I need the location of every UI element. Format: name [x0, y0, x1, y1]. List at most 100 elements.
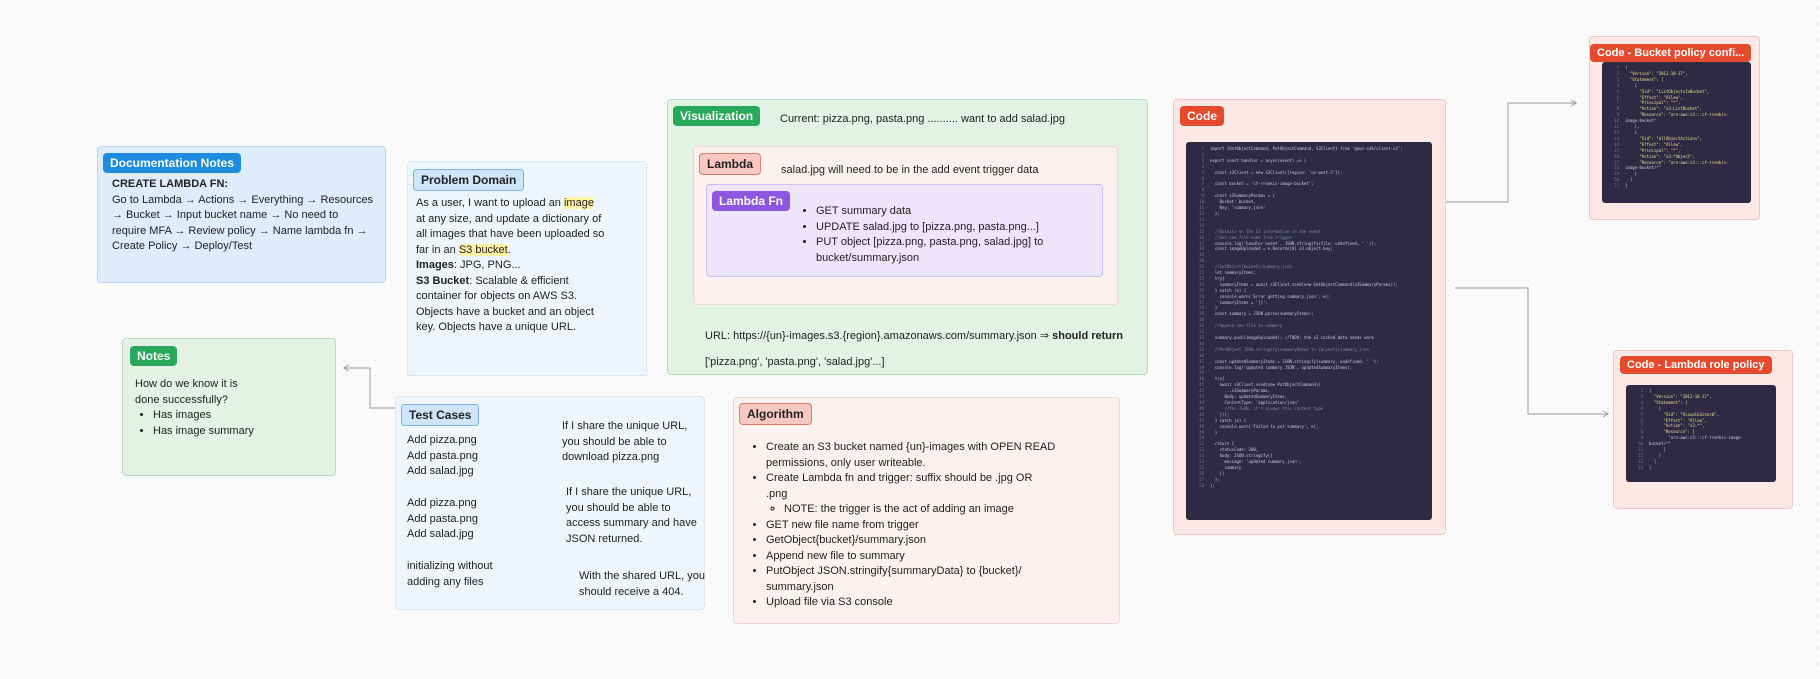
code-text: Bucket: bucket, — [1210, 199, 1256, 205]
code-line: 14} — [1629, 465, 1773, 471]
code-text: return { — [1210, 441, 1235, 447]
code-text: body: JSON.stringify({ — [1210, 453, 1273, 459]
problem-domain-frame[interactable]: Problem Domain As a user, I want to uplo… — [407, 161, 647, 376]
code-text: "Action": "s3:*Object", — [1625, 153, 1695, 159]
code-text: image-bucket" — [1625, 118, 1657, 124]
algorithm-tag: Algorithm — [739, 403, 812, 425]
notes-text: How do we know it is done successfully? … — [135, 377, 325, 439]
url-bold: should return — [1052, 330, 1124, 342]
code-text: //GetObject{bucket}/summary.json — [1210, 264, 1292, 270]
code-text: Key: 'summary.json' — [1210, 205, 1266, 211]
test-cases-frame[interactable]: Test Cases Add pizza.png Add pasta.png A… — [395, 396, 705, 610]
test-group3-result: With the shared URL, you should receive … — [579, 570, 705, 598]
test-group3-items: initializing without adding any files — [407, 559, 493, 590]
problem-text-a: As a user, I want to upload an — [416, 197, 564, 209]
code-text: { — [1649, 405, 1662, 411]
code-text: "Action": "s3:*", — [1649, 423, 1705, 429]
algorithm-sublist: NOTE: the trigger is the act of adding a… — [766, 502, 1056, 518]
code-text: } — [1210, 305, 1218, 311]
test-item: Add salad.jpg — [407, 465, 474, 477]
code-text: summaryItems = '[]'; — [1210, 299, 1268, 305]
visualization-current: Current: pizza.png, pasta.png ..........… — [780, 113, 1065, 125]
code-text: const summary = JSON.parse(summaryItems)… — [1210, 311, 1314, 317]
code-text: "Sid": "AllObjectActions", — [1625, 135, 1703, 141]
code-text: "Resource": [ — [1649, 429, 1695, 435]
code-line: 58}; — [1190, 483, 1428, 489]
code-text: try{ — [1210, 275, 1225, 281]
test-item: adding any files — [407, 575, 484, 588]
code-text: const s3Client = new S3Client({region: '… — [1210, 169, 1343, 175]
notes-item: Has image summary — [153, 424, 325, 440]
code-text: } — [1625, 183, 1628, 189]
code-tag: Code — [1180, 106, 1224, 126]
lambda-fn-frame[interactable]: Lambda Fn GET summary data UPDATE salad.… — [706, 184, 1103, 277]
code-block[interactable]: 1 import {GetObjectCommand, PutObjectComm… — [1186, 142, 1432, 520]
code-text: await s3Client.send(new PutObjectCommand… — [1210, 382, 1321, 388]
code-text: "Statement": [ — [1625, 76, 1664, 82]
code-text: "Action": "s3:ListBucket", — [1625, 106, 1703, 112]
lambda-role-code[interactable]: 1{2 "Version": "2012-10-17", 3 "Statement… — [1626, 385, 1776, 482]
bucket-policy-code[interactable]: 1{2 "Version": "2012-10-17", 3 "Statement… — [1602, 62, 1751, 203]
problem-text-c: . — [507, 243, 511, 256]
notes-list: Has images Has image summary — [135, 408, 325, 439]
lambda-note: salad.jpg will need to be in the add eve… — [781, 164, 1039, 176]
lambda-frame[interactable]: Lambda salad.jpg will need to be in the … — [693, 146, 1118, 305]
documentation-notes-frame[interactable]: Documentation Notes CREATE LAMBDA FN: Go… — [97, 146, 386, 283]
lambda-role-frame[interactable]: Code - Lambda role policy 1{2 "Version":… — [1613, 350, 1793, 509]
code-text: message: 'updated summary.json', — [1210, 459, 1302, 465]
code-text: export const handler = async(event) => { — [1210, 157, 1307, 163]
code-text: { — [1625, 129, 1638, 135]
code-text: "Principal": "*", — [1625, 147, 1681, 153]
notes-frame[interactable]: Notes How do we know it is done successf… — [122, 338, 336, 476]
code-line: 1 import {GetObjectCommand, PutObjectComm… — [1190, 146, 1428, 152]
line-number: 21 — [1614, 183, 1619, 189]
notes-item: Has images — [153, 408, 325, 424]
code-text: import {GetObjectCommand, PutObjectComma… — [1210, 146, 1403, 151]
code-text: summary.push(imageUploaded); //TODO: the… — [1210, 335, 1374, 340]
code-text: }; — [1210, 482, 1215, 488]
s3-definition: S3 Bucket: Scalable & efficient containe… — [416, 274, 606, 336]
code-text: ContentType: 'application/json' — [1210, 399, 1300, 405]
code-text: "Resource": "arn:aws:s3:::cf-rrenkis- — [1625, 112, 1729, 118]
code-text: }; — [1210, 476, 1220, 482]
code-text: console.warn('Error getting summary.json… — [1210, 293, 1331, 299]
code-text: //for JSON, it's always this content typ… — [1210, 405, 1324, 411]
code-text: } catch (e) { — [1210, 287, 1247, 293]
code-text: summary — [1210, 464, 1242, 470]
test-item: Add pasta.png — [407, 449, 478, 462]
code-text: bucket/*" — [1649, 441, 1671, 447]
algorithm-step: Create Lambda fn and trigger: suffix sho… — [766, 471, 1056, 518]
code-text: { — [1649, 388, 1652, 393]
test-item: Add pasta.png — [407, 512, 478, 525]
visualization-frame[interactable]: Visualization Current: pizza.png, pasta.… — [667, 99, 1148, 375]
test-group1-items: Add pizza.png Add pasta.png Add salad.jp… — [407, 433, 478, 480]
code-text: "Effect": "Allow", — [1625, 94, 1683, 100]
code-text: try{ — [1210, 376, 1225, 382]
bucket-policy-frame[interactable]: Code - Bucket policy confi... 1{2 "Versi… — [1589, 36, 1760, 220]
code-text: } catch (e) { — [1210, 417, 1247, 423]
images-definition: Images: JPG, PNG... — [416, 258, 606, 274]
s3-label: S3 Bucket — [416, 274, 470, 287]
test-cases-tag: Test Cases — [401, 404, 480, 426]
code-frame[interactable]: Code 1 import {GetObjectCommand, PutObjec… — [1173, 99, 1446, 535]
code-text: const imageUploaded = e.Records[0].s3.ob… — [1210, 246, 1333, 252]
code-text: }) — [1210, 470, 1225, 476]
code-text: summaryItems = await s3Client.send(new G… — [1210, 281, 1398, 287]
code-text: { — [1625, 82, 1638, 88]
notes-question-line1: How do we know it is — [135, 378, 238, 390]
code-text: const updatedSummaryItems = JSON.stringi… — [1210, 358, 1379, 364]
code-text: let summaryItems; — [1210, 270, 1256, 276]
code-text: ...s3SummaryParams, — [1210, 388, 1271, 394]
code-text: statusCode: 200, — [1210, 447, 1259, 453]
code-text: "Principal": "*", — [1625, 100, 1681, 106]
problem-domain-text: As a user, I want to upload an image at … — [416, 196, 606, 336]
images-text: : JPG, PNG... — [453, 259, 521, 271]
lambda-role-tag: Code - Lambda role policy — [1620, 356, 1772, 374]
code-text: "Effect": "Allow", — [1625, 141, 1683, 147]
algorithm-substep: NOTE: the trigger is the act of adding a… — [784, 502, 1056, 518]
code-text: } — [1649, 464, 1652, 470]
code-text: console.log('handler event', JSON.string… — [1210, 240, 1377, 246]
test-item: Add pizza.png — [407, 497, 477, 509]
test-item: initializing without — [407, 560, 493, 572]
algorithm-frame[interactable]: Algorithm Create an S3 bucket named {un}… — [733, 397, 1120, 624]
